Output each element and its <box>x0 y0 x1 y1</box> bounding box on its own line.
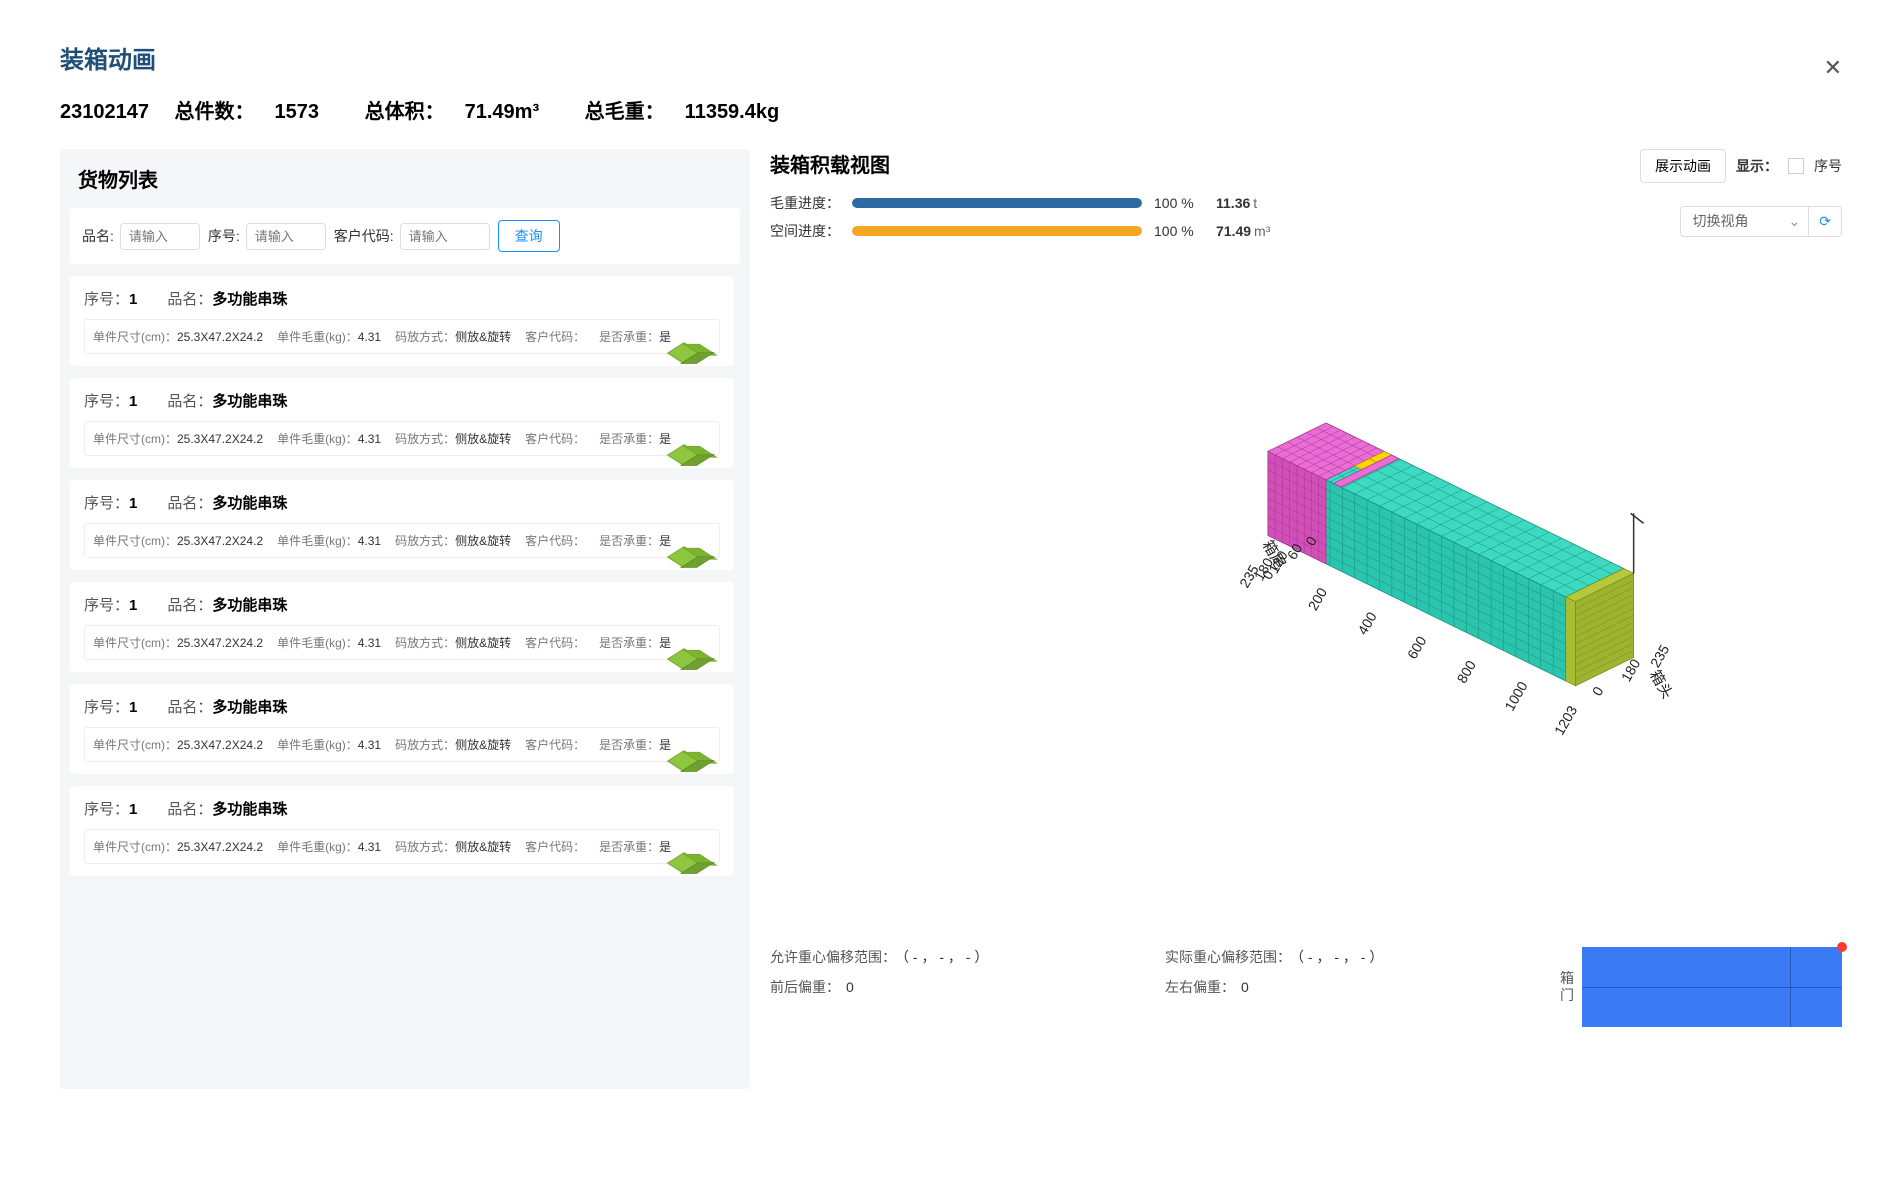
svg-text:235: 235 <box>1647 642 1673 670</box>
gw-progress-bar <box>852 198 1142 208</box>
box-icon <box>672 443 704 463</box>
box-icon <box>672 851 704 871</box>
show-animation-button[interactable]: 展示动画 <box>1640 149 1726 183</box>
cargo-card[interactable]: 序号：1 品名：多功能串珠 单件尺寸(cm)：25.3X47.2X24.2 单件… <box>70 276 734 366</box>
svg-text:1000: 1000 <box>1501 678 1531 713</box>
view-selector[interactable]: 切换视角 ⌄ ⟳ <box>1680 206 1842 237</box>
view-select[interactable]: 切换视角 <box>1681 207 1789 235</box>
name-label: 品名: <box>82 226 114 246</box>
show-label: 显示： <box>1736 156 1778 176</box>
gw-progress-label: 毛重进度： <box>770 193 840 213</box>
refresh-icon[interactable]: ⟳ <box>1808 207 1841 236</box>
cust-label: 客户代码: <box>334 226 394 246</box>
cargo-list[interactable]: 序号：1 品名：多功能串珠 单件尺寸(cm)：25.3X47.2X24.2 单件… <box>70 276 740 1074</box>
cust-input[interactable] <box>400 223 490 250</box>
container-3d-view[interactable]: 0601201802350200400600800100012030180235… <box>770 257 1842 937</box>
svg-text:1203: 1203 <box>1551 703 1581 738</box>
box-icon <box>672 749 704 769</box>
minimap: 箱门 <box>1560 947 1842 1027</box>
modal-title: 装箱动画 <box>60 40 1842 75</box>
query-button[interactable]: 查询 <box>498 220 560 252</box>
chevron-down-icon: ⌄ <box>1789 213 1801 230</box>
seq-input[interactable] <box>246 223 326 250</box>
lr-offset: 左右偏重：0 <box>1165 977 1383 997</box>
loading-view-panel: 装箱积载视图 展示动画 显示： 序号 毛重进度： 100 % 11.36t <box>770 149 1842 1089</box>
space-progress-bar <box>852 226 1142 236</box>
allow-range: 允许重心偏移范围：（ - ， - ， - ） <box>770 947 988 967</box>
cargo-list-title: 货物列表 <box>70 164 740 193</box>
box-icon <box>672 545 704 565</box>
cargo-card[interactable]: 序号：1 品名：多功能串珠 单件尺寸(cm)：25.3X47.2X24.2 单件… <box>70 684 734 774</box>
search-bar: 品名: 序号: 客户代码: 查询 <box>70 208 740 264</box>
box-icon <box>672 341 704 361</box>
cargo-card[interactable]: 序号：1 品名：多功能串珠 单件尺寸(cm)：25.3X47.2X24.2 单件… <box>70 582 734 672</box>
svg-text:400: 400 <box>1354 609 1380 637</box>
summary-bar: 23102147 总件数：1573 总体积：71.49m³ 总毛重：11359.… <box>60 95 1842 124</box>
minimap-dot-icon <box>1837 942 1847 952</box>
space-progress-label: 空间进度： <box>770 221 840 241</box>
cargo-card[interactable]: 序号：1 品名：多功能串珠 单件尺寸(cm)：25.3X47.2X24.2 单件… <box>70 378 734 468</box>
cargo-list-panel: 货物列表 品名: 序号: 客户代码: 查询 序号：1 品名：多功能串珠 <box>60 149 750 1089</box>
seq-checkbox[interactable] <box>1788 158 1804 174</box>
minimap-box[interactable] <box>1582 947 1842 1027</box>
cargo-card[interactable]: 序号：1 品名：多功能串珠 单件尺寸(cm)：25.3X47.2X24.2 单件… <box>70 480 734 570</box>
order-number: 23102147 <box>60 101 149 123</box>
seq-label: 序号: <box>208 226 240 246</box>
cargo-card[interactable]: 序号：1 品名：多功能串珠 单件尺寸(cm)：25.3X47.2X24.2 单件… <box>70 786 734 876</box>
svg-text:200: 200 <box>1305 585 1331 613</box>
name-input[interactable] <box>120 223 200 250</box>
svg-text:600: 600 <box>1404 633 1430 661</box>
loading-view-title: 装箱积载视图 <box>770 149 890 178</box>
box-icon <box>672 647 704 667</box>
svg-text:0: 0 <box>1589 684 1607 699</box>
fb-offset: 前后偏重：0 <box>770 977 988 997</box>
actual-range: 实际重心偏移范围：（ - ， - ， - ） <box>1165 947 1383 967</box>
svg-text:箱头: 箱头 <box>1646 667 1676 701</box>
close-button[interactable]: ✕ <box>1824 55 1842 81</box>
seq-checkbox-label: 序号 <box>1814 156 1842 176</box>
svg-text:800: 800 <box>1454 657 1480 685</box>
